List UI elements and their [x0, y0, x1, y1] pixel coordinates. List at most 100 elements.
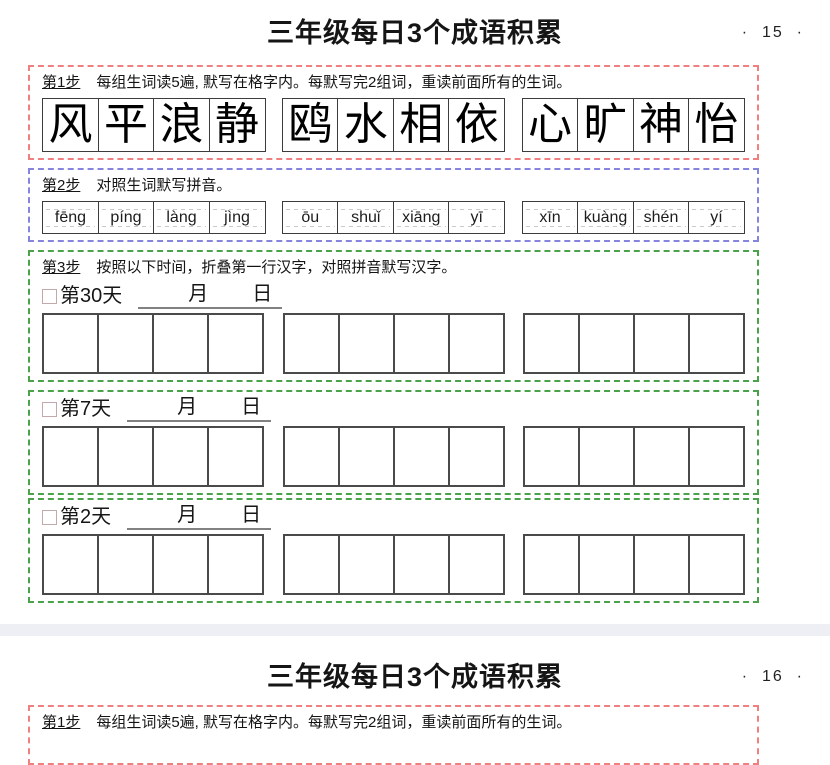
idiom-character-cell: 平	[98, 98, 155, 152]
cell-group	[42, 426, 264, 487]
writing-cell	[207, 313, 264, 374]
checkbox-icon	[42, 510, 57, 525]
step1-section: 第1步每组生词读5遍, 默写在格字内。每默写完2组词，重读前面所有的生词。 风平…	[28, 65, 759, 160]
writing-cell	[152, 534, 209, 595]
step2-label: 第2步	[42, 177, 80, 194]
idiom-character-cell: 鸥	[282, 98, 339, 152]
step2-instruction-line: 第2步对照生词默写拼音。	[42, 176, 747, 196]
cell-group	[283, 534, 505, 595]
pinyin-cell: làng	[153, 201, 210, 234]
cell-group	[42, 313, 264, 374]
cell-group	[283, 313, 505, 374]
cell-group	[523, 426, 745, 487]
day-char: 日	[241, 394, 261, 420]
day-label: 第7天	[60, 396, 111, 422]
worksheet-page: 三年级每日3个成语积累 · 15 · 第1步每组生词读5遍, 默写在格字内。每默…	[0, 0, 830, 765]
writing-cell	[633, 534, 690, 595]
date-blank-line: 月日	[127, 504, 271, 530]
writing-cell	[578, 534, 635, 595]
writing-cell	[523, 313, 580, 374]
idiom-character-cell: 浪	[153, 98, 210, 152]
day-label: 第30天	[60, 283, 122, 309]
idiom-character-cell: 怡	[688, 98, 745, 152]
writing-cell	[42, 313, 99, 374]
cell-group: 鸥水相依	[282, 98, 506, 152]
writing-cell	[448, 313, 505, 374]
cell-group: 风平浪静	[42, 98, 266, 152]
writing-cell	[338, 426, 395, 487]
step3-instruction-line: 第3步按照以下时间，折叠第一行汉字，对照拼音默写汉字。	[42, 258, 747, 278]
writing-cell	[338, 534, 395, 595]
writing-cell	[688, 534, 745, 595]
day-heading: 第2天月日	[42, 504, 747, 530]
writing-cell	[688, 313, 745, 374]
writing-cell	[42, 426, 99, 487]
idiom-character-cell: 依	[448, 98, 505, 152]
day-heading: 第30天 月 日	[42, 283, 747, 309]
step1-label: 第1步	[42, 74, 80, 91]
day-char: 日	[252, 281, 272, 307]
page16-step1-label: 第1步	[42, 714, 80, 731]
writing-cell	[393, 534, 450, 595]
step3-day-section: 第2天月日	[28, 498, 759, 603]
month-char: 月	[177, 394, 197, 420]
pinyin-cell: yī	[448, 201, 505, 234]
page15-page-number: · 15 ·	[742, 24, 804, 42]
cell-group: ōushuǐxiāngyī	[282, 201, 506, 234]
writing-cell	[207, 426, 264, 487]
writing-cell	[688, 426, 745, 487]
page16-page-number: · 16 ·	[742, 668, 804, 686]
writing-cell	[338, 313, 395, 374]
day-char: 日	[241, 502, 261, 528]
cell-group	[523, 313, 745, 374]
pinyin-cell: xiāng	[393, 201, 450, 234]
pinyin-cell: kuàng	[577, 201, 634, 234]
page16-title: 三年级每日3个成语积累	[0, 660, 830, 694]
writing-cell	[152, 313, 209, 374]
idiom-character-cell: 神	[633, 98, 690, 152]
pinyin-cell: shuǐ	[337, 201, 394, 234]
pinyin-cell: fēng	[42, 201, 99, 234]
pinyin-cell: shén	[633, 201, 690, 234]
cell-group: xīnkuàngshényí	[522, 201, 746, 234]
idiom-character-cell: 心	[522, 98, 579, 152]
idiom-character-cell: 旷	[577, 98, 634, 152]
pinyin-cell: jìng	[209, 201, 266, 234]
idiom-character-cell: 静	[209, 98, 266, 152]
step2-instruction: 对照生词默写拼音。	[96, 177, 231, 194]
step1-instruction: 每组生词读5遍, 默写在格字内。每默写完2组词，重读前面所有的生词。	[96, 74, 571, 91]
writing-cell	[283, 534, 340, 595]
idiom-character-row: 风平浪静鸥水相依心旷神怡	[40, 98, 747, 152]
writing-cell	[97, 534, 154, 595]
writing-cell	[97, 426, 154, 487]
writing-cell	[578, 426, 635, 487]
idiom-character-cell: 相	[393, 98, 450, 152]
page16-header: 三年级每日3个成语积累 · 16 ·	[0, 644, 830, 696]
step1-instruction-line: 第1步每组生词读5遍, 默写在格字内。每默写完2组词，重读前面所有的生词。	[42, 73, 747, 93]
month-char: 月	[177, 502, 197, 528]
cell-group: fēngpínglàngjìng	[42, 201, 266, 234]
writing-grid-row	[40, 313, 747, 374]
day-label: 第2天	[60, 504, 111, 530]
writing-cell	[448, 426, 505, 487]
month-char: 月	[188, 281, 208, 307]
writing-cell	[523, 534, 580, 595]
checkbox-icon	[42, 289, 57, 304]
pinyin-cell: xīn	[522, 201, 579, 234]
page15-header: 三年级每日3个成语积累 · 15 ·	[0, 0, 830, 52]
step3-section: 第3步按照以下时间，折叠第一行汉字，对照拼音默写汉字。 第30天 月 日	[28, 250, 759, 382]
step3-instruction: 按照以下时间，折叠第一行汉字，对照拼音默写汉字。	[96, 259, 456, 276]
writing-cell	[393, 426, 450, 487]
writing-cell	[578, 313, 635, 374]
pinyin-row: fēngpínglàngjìng ōushuǐxiāngyī xīnkuàngshé…	[40, 201, 747, 234]
step3-label: 第3步	[42, 259, 80, 276]
writing-cell	[97, 313, 154, 374]
writing-grid-row	[40, 534, 747, 595]
date-blank-line: 月日	[127, 396, 271, 422]
checkbox-icon	[42, 402, 57, 417]
page16-step1-instruction: 每组生词读5遍, 默写在格字内。每默写完2组词，重读前面所有的生词。	[96, 714, 571, 731]
writing-cell	[523, 426, 580, 487]
page-separator	[0, 624, 830, 636]
step2-section: 第2步对照生词默写拼音。 fēngpínglàngjìng ōushuǐxiāng…	[28, 168, 759, 242]
cell-group	[42, 534, 264, 595]
